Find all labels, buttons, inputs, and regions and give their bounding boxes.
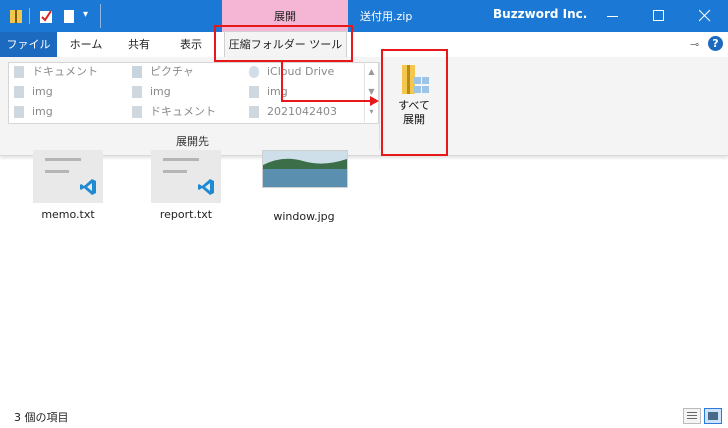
file-thumbnail [33, 150, 103, 203]
extract-to-item[interactable]: img [249, 82, 337, 102]
arrow-icon [370, 96, 379, 106]
file-name: report.txt [159, 208, 213, 221]
vscode-icon [197, 178, 215, 199]
annotation-line [281, 100, 371, 102]
file-name: window.jpg [273, 210, 335, 223]
folder-icon [132, 86, 142, 98]
status-bar [0, 402, 728, 428]
window-title: 送付用.zip [360, 10, 413, 23]
extract-to-column-2: ピクチャ img ドキュメント [132, 62, 216, 122]
file-item[interactable]: window.jpg [259, 150, 349, 223]
minimize-button[interactable] [590, 0, 636, 32]
highlight-box-extract-all [381, 49, 448, 156]
annotation-line [281, 62, 283, 102]
brand-label: Buzzword Inc. [493, 7, 588, 21]
highlight-box-tab [214, 25, 353, 62]
extract-to-column-1: ドキュメント img img [14, 62, 98, 122]
extract-to-item[interactable]: img [132, 82, 216, 102]
extract-to-item[interactable]: ドキュメント [14, 62, 98, 82]
divider [100, 4, 101, 28]
file-name: memo.txt [41, 208, 95, 221]
properties-icon[interactable] [39, 8, 53, 23]
pin-ribbon-icon[interactable]: ⊸ [690, 38, 699, 51]
divider [29, 8, 30, 24]
extract-to-item[interactable]: iCloud Drive [249, 62, 337, 82]
folder-icon [14, 86, 24, 98]
close-button[interactable] [682, 0, 728, 32]
pictures-icon [132, 66, 142, 78]
tab-view[interactable]: 表示 [168, 32, 214, 57]
scroll-up-icon[interactable]: ▲ [365, 62, 378, 82]
vscode-icon [79, 178, 97, 199]
new-folder-icon[interactable] [62, 8, 76, 23]
tab-share[interactable]: 共有 [116, 32, 162, 57]
file-item[interactable]: report.txt [141, 150, 231, 221]
extract-to-column-3: iCloud Drive img 2021042403 [249, 62, 337, 122]
zip-folder-icon[interactable] [9, 8, 23, 23]
extract-to-item[interactable]: img [14, 82, 98, 102]
file-item[interactable]: memo.txt [23, 150, 113, 221]
group-label-extract-to: 展開先 [176, 135, 209, 148]
tab-file[interactable]: ファイル [0, 32, 57, 57]
large-icons-view-icon[interactable] [704, 408, 722, 424]
tab-home[interactable]: ホーム [62, 32, 110, 57]
extract-to-item[interactable]: ピクチャ [132, 62, 216, 82]
folder-icon [132, 106, 142, 118]
gallery-scroller[interactable]: ▲ ▼ ▾ [364, 62, 378, 122]
help-icon[interactable]: ? [708, 36, 723, 51]
extract-to-item[interactable]: ドキュメント [132, 102, 216, 122]
document-icon [14, 66, 24, 78]
image-thumbnail [262, 150, 348, 188]
folder-icon [249, 86, 259, 98]
file-thumbnail [151, 150, 221, 203]
context-tab-title: 展開 [274, 10, 296, 23]
maximize-button[interactable] [636, 0, 682, 32]
extract-to-item[interactable]: 2021042403 [249, 102, 337, 122]
folder-icon [249, 106, 259, 118]
item-count: 3 個の項目 [14, 411, 69, 424]
divider [379, 62, 380, 150]
cloud-icon [249, 66, 259, 78]
folder-icon [14, 106, 24, 118]
details-view-icon[interactable] [683, 408, 701, 424]
customize-qat-icon[interactable]: ▾ [83, 9, 88, 20]
extract-to-item[interactable]: img [14, 102, 98, 122]
